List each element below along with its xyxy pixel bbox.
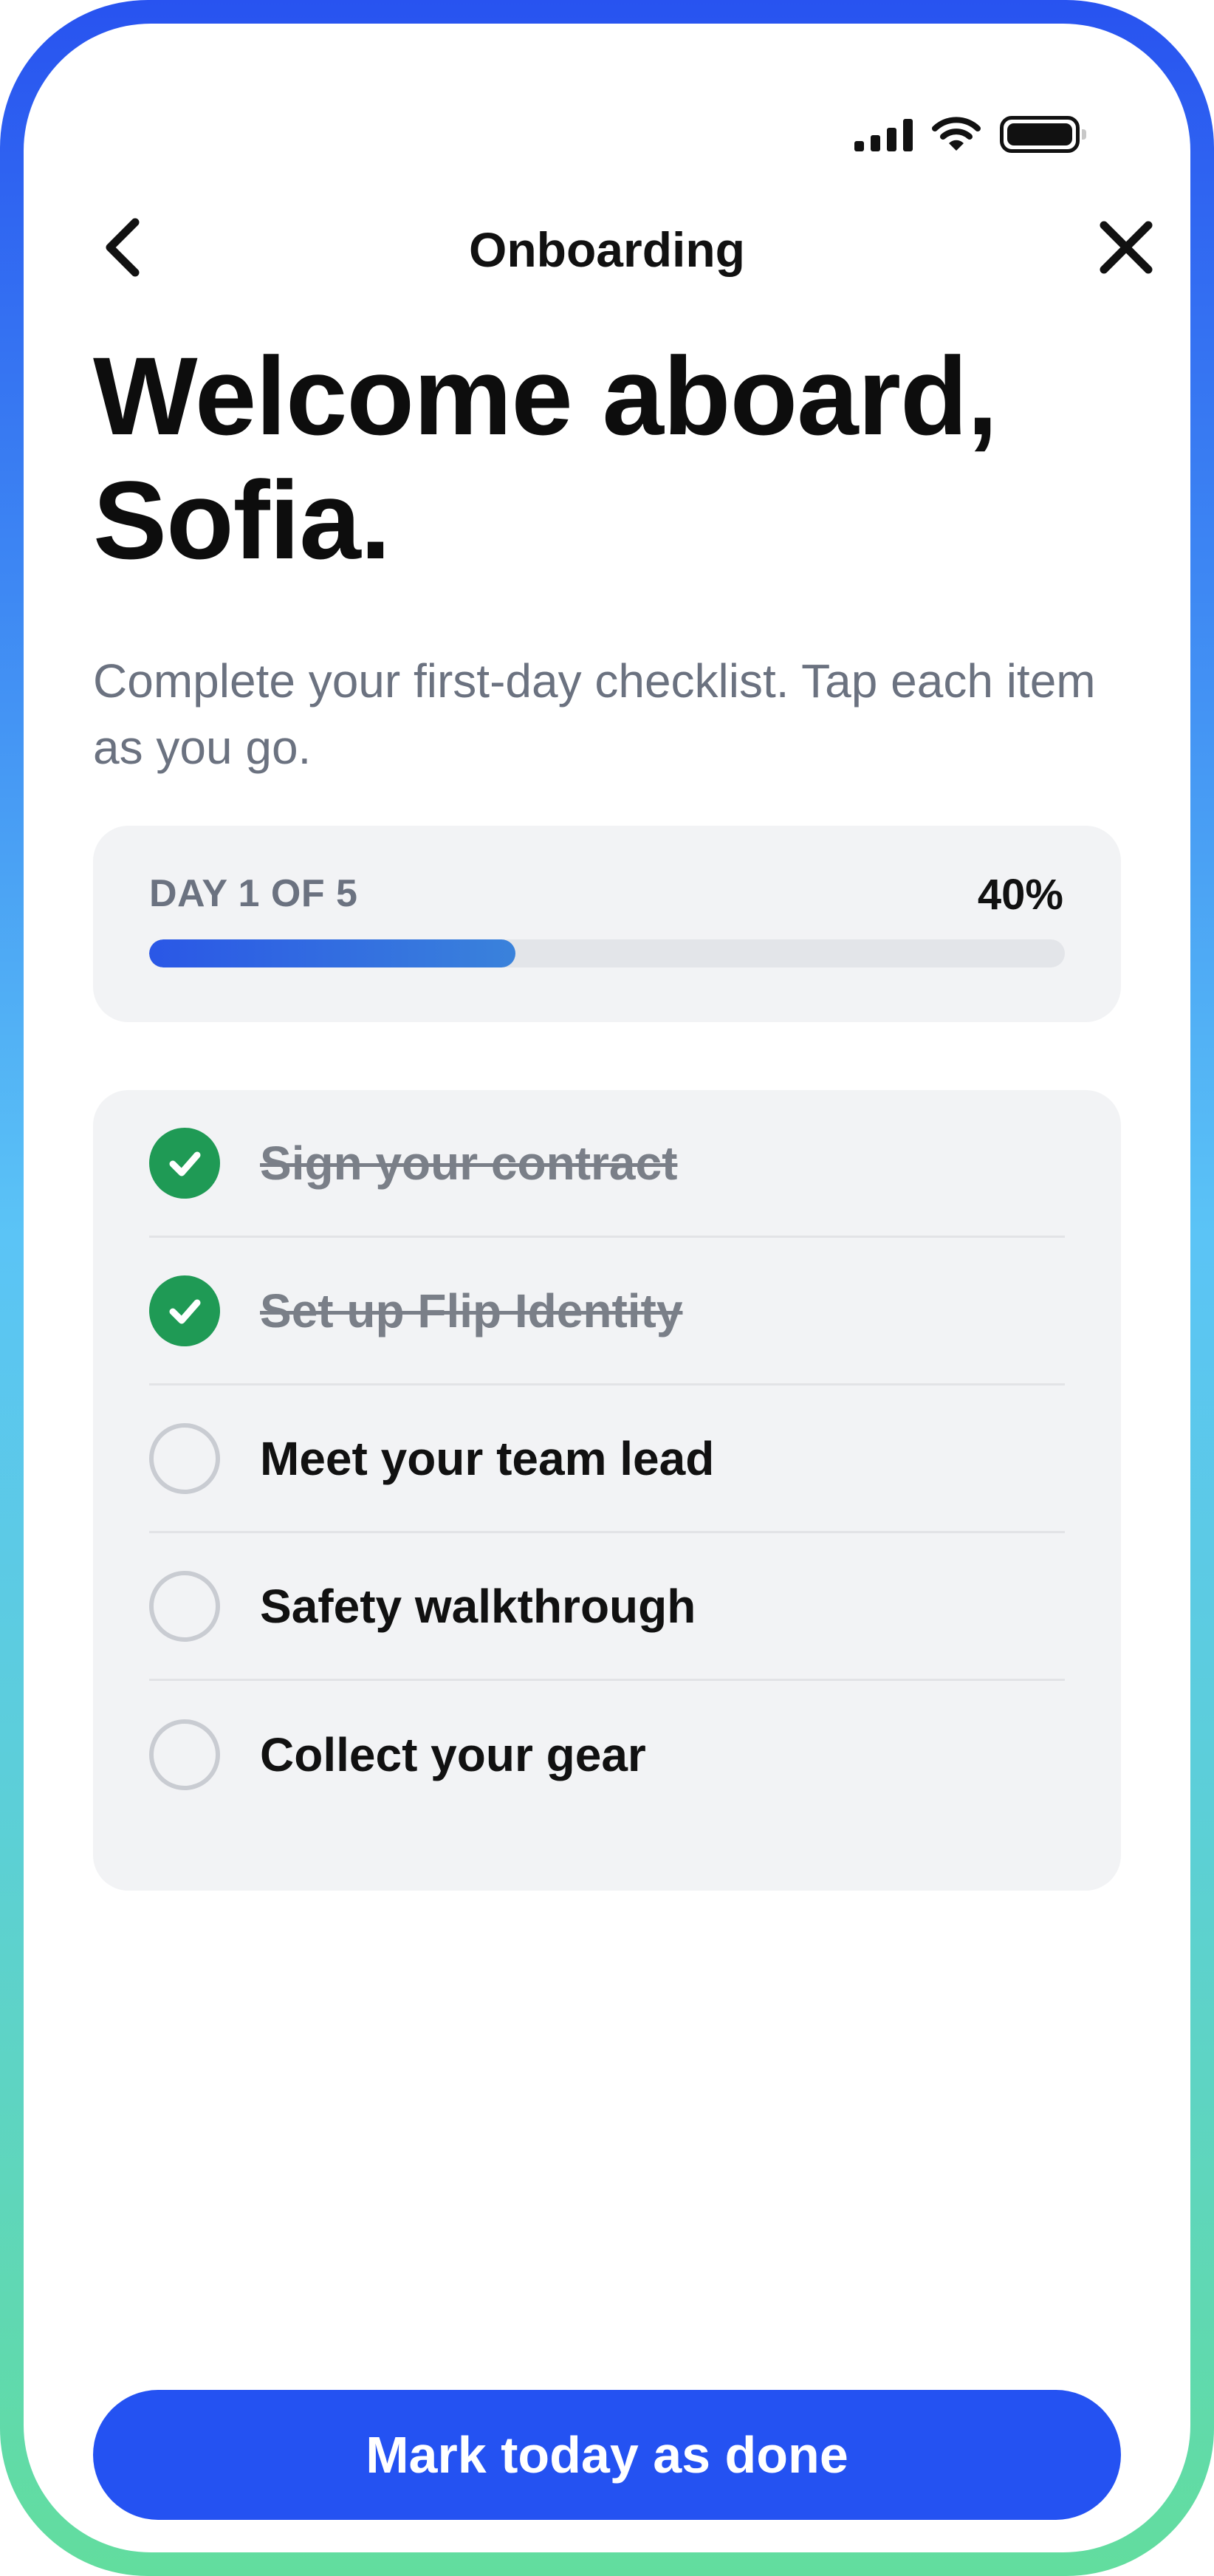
empty-circle-icon	[149, 1422, 220, 1494]
checkmark-icon	[169, 1299, 201, 1323]
progress-fill	[149, 939, 515, 967]
app-screen: Onboarding Welcome aboard, Sofia. Comple…	[24, 24, 1190, 2552]
checklist-item-sign-contract[interactable]: Sign your contract	[149, 1090, 1065, 1238]
checklist-item-label: Safety walkthrough	[260, 1579, 696, 1633]
empty-circle-icon	[149, 1719, 220, 1790]
close-icon	[1100, 221, 1153, 274]
wifi-icon	[932, 117, 981, 151]
nav-title: Onboarding	[469, 222, 745, 277]
checklist-item-flip-identity[interactable]: Set up Flip Identity	[149, 1238, 1065, 1385]
checklist-item-collect-gear[interactable]: Collect your gear	[149, 1681, 1065, 1829]
page-subtitle: Complete your first-day checklist. Tap e…	[93, 654, 1096, 774]
checklist-item-label: Meet your team lead	[260, 1431, 715, 1485]
checkmark-icon	[169, 1151, 201, 1176]
device-frame: Onboarding Welcome aboard, Sofia. Comple…	[0, 0, 1214, 2576]
empty-circle-icon	[149, 1570, 220, 1642]
checkmark-circle-icon	[149, 1275, 220, 1346]
checklist-item-label: Set up Flip Identity	[260, 1284, 683, 1337]
checklist-item-team-lead[interactable]: Meet your team lead	[149, 1385, 1065, 1533]
headline-line-2: Sofia.	[93, 458, 391, 582]
cellular-signal-icon	[854, 117, 913, 151]
progress-card: DAY 1 OF 5 40%	[93, 826, 1121, 1022]
mark-today-done-button[interactable]: Mark today as done	[93, 2390, 1121, 2520]
nav-bar: Onboarding	[24, 195, 1190, 298]
checklist-item-label: Sign your contract	[260, 1136, 678, 1190]
battery-icon	[1000, 116, 1086, 153]
close-button[interactable]	[1093, 214, 1159, 281]
progress-day-label: DAY 1 OF 5	[149, 872, 358, 915]
progress-track	[149, 939, 1065, 967]
welcome-headline: Welcome aboard, Sofia.	[93, 334, 1142, 582]
checklist: Sign your contract Set up Flip Identity …	[93, 1090, 1121, 1891]
headline-line-1: Welcome aboard,	[93, 334, 998, 458]
checkmark-circle-icon	[149, 1127, 220, 1199]
progress-percent: 40%	[977, 871, 1063, 919]
checklist-item-safety-walkthrough[interactable]: Safety walkthrough	[149, 1533, 1065, 1681]
status-bar	[854, 112, 1086, 157]
checklist-item-label: Collect your gear	[260, 1728, 646, 1781]
